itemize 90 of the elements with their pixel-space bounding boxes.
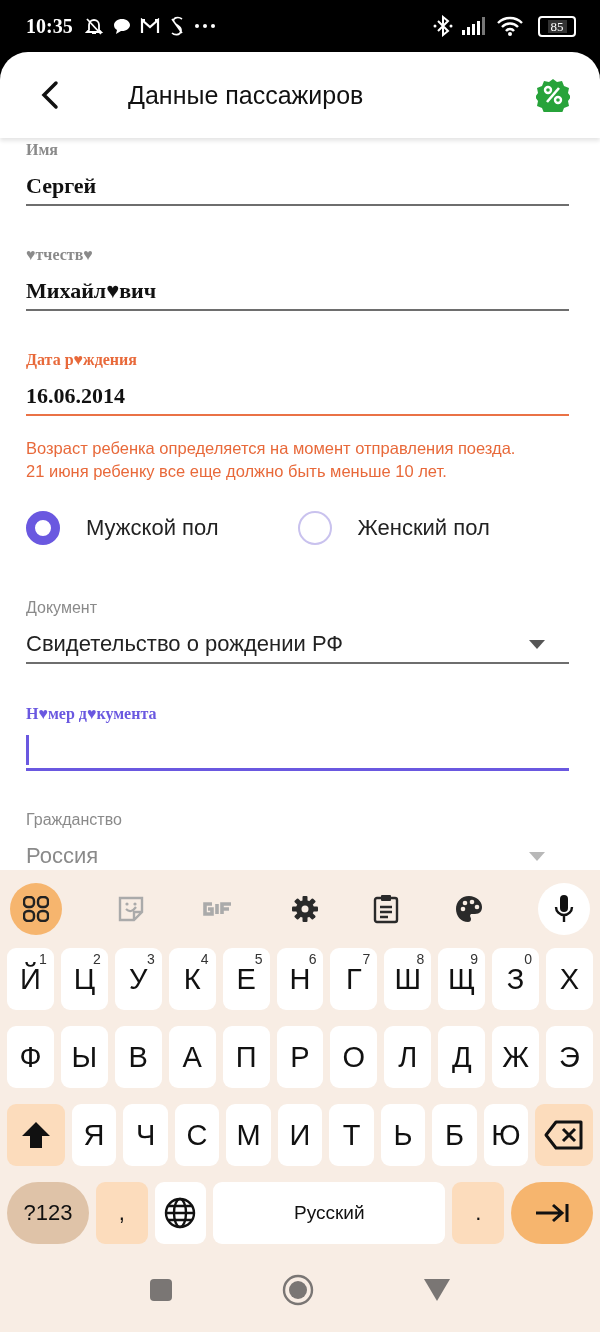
keyboard-key[interactable]: П <box>222 1026 270 1088</box>
backspace-key[interactable] <box>535 1104 593 1166</box>
keyboard-key[interactable]: Е 5 <box>222 948 270 1010</box>
mail-icon <box>139 18 160 34</box>
field-label: Документ <box>26 598 97 618</box>
caret-icon <box>529 639 545 649</box>
keyboard-key[interactable]: Д <box>438 1026 486 1088</box>
battery-indicator: 85 <box>538 15 576 37</box>
keyboard-key[interactable]: В <box>114 1026 162 1088</box>
keyboard-key[interactable]: Ф <box>7 1026 54 1088</box>
keyboard-key[interactable]: У 3 <box>114 948 162 1010</box>
settings-icon[interactable] <box>291 895 319 923</box>
keyboard-key[interactable]: Р <box>276 1026 324 1088</box>
key-hint: 8 <box>416 951 425 967</box>
field-label: Дата р♥ждения <box>26 350 137 370</box>
input-field[interactable]: 16.06.2014 <box>26 378 569 416</box>
shift-key[interactable] <box>7 1104 65 1166</box>
keyboard-key[interactable]: Ы <box>60 1026 108 1088</box>
discount-icon[interactable] <box>536 78 570 112</box>
back-nav-icon[interactable] <box>424 1279 450 1301</box>
clipboard-icon[interactable] <box>373 894 400 924</box>
bluetooth-icon <box>433 15 453 37</box>
key-hint: 3 <box>146 951 155 967</box>
keyboard-key[interactable]: С <box>174 1104 220 1166</box>
back-icon[interactable] <box>40 80 60 110</box>
keyboard-key[interactable]: . <box>452 1182 504 1244</box>
error-message: Возраст ребенка определяется на момент отправления поезда. 21 июня ребенку все еще должно быть меньше 10 лет. <box>26 438 517 482</box>
bell-off-icon <box>83 16 104 36</box>
key-hint: 7 <box>362 951 371 967</box>
input-field[interactable]: Михайл♥вич <box>26 273 569 311</box>
key-hint: 9 <box>470 951 479 967</box>
screen-title: Данные пассажиров <box>128 80 364 110</box>
caret-icon <box>529 851 545 861</box>
keyboard-key[interactable]: Ь <box>380 1104 426 1166</box>
space-key[interactable]: Русский <box>213 1182 446 1244</box>
key-hint: 2 <box>93 951 101 967</box>
key-hint: 4 <box>200 951 209 967</box>
keyboard-key[interactable]: Ж <box>492 1026 540 1088</box>
chat-icon <box>112 18 131 34</box>
backspace-icon <box>544 1120 585 1150</box>
keyboard-key[interactable]: Я <box>71 1104 117 1166</box>
radio-button[interactable] <box>297 511 332 545</box>
field-label: Имя <box>26 140 58 160</box>
key-hint: 1 <box>39 951 47 967</box>
keyboard-key[interactable]: Й 1 <box>7 948 54 1010</box>
keyboard-key[interactable]: Ч <box>123 1104 168 1166</box>
palette-icon[interactable] <box>453 894 484 924</box>
keyboard-key[interactable]: Л <box>384 1026 432 1088</box>
keyboard-key[interactable]: З 0 <box>492 948 540 1010</box>
field-label: Н♥мер д♥кумента <box>26 704 157 724</box>
field-label: ♥тчеств♥ <box>26 245 93 265</box>
recents-icon[interactable] <box>150 1279 172 1301</box>
keyboard-key[interactable]: Н 6 <box>276 948 324 1010</box>
app-icon <box>168 16 185 36</box>
keyboard-key[interactable]: И <box>277 1104 323 1166</box>
text-cursor <box>26 735 29 765</box>
keyboard-key[interactable]: Т <box>329 1104 374 1166</box>
radio-button[interactable] <box>26 511 60 545</box>
keyboard-key[interactable]: Ц 2 <box>60 948 108 1010</box>
more-icon <box>193 23 216 29</box>
keyboard-key[interactable]: Ш 8 <box>384 948 432 1010</box>
apps-icon[interactable] <box>10 883 62 935</box>
keyboard-key[interactable]: А <box>168 1026 216 1088</box>
keyboard-key[interactable]: Э <box>546 1026 593 1088</box>
keyboard-key[interactable]: М <box>226 1104 271 1166</box>
shift-icon <box>20 1121 51 1149</box>
keyboard-key[interactable]: , <box>96 1182 148 1244</box>
keyboard-key[interactable]: ?123 <box>7 1182 89 1244</box>
key-hint: 5 <box>254 951 263 967</box>
wifi-icon <box>497 16 523 36</box>
status-time: 10:35 <box>26 14 73 38</box>
language-key[interactable] <box>154 1182 207 1244</box>
keyboard-key[interactable]: Б <box>432 1104 477 1166</box>
keyboard-key[interactable]: Щ 9 <box>438 948 486 1010</box>
radio-option[interactable]: Женский пол <box>297 511 569 545</box>
keyboard-key[interactable]: Х <box>546 948 593 1010</box>
key-hint: 0 <box>524 951 533 967</box>
input-field[interactable]: Сергей <box>26 168 569 206</box>
keyboard-key[interactable]: О <box>330 1026 378 1088</box>
tab-arrow-icon <box>534 1202 570 1224</box>
signal-icon <box>462 17 488 35</box>
keyboard-key[interactable]: Г 7 <box>330 948 378 1010</box>
field-label: Гражданство <box>26 810 122 830</box>
key-hint: 6 <box>308 951 317 967</box>
home-icon[interactable] <box>282 1274 314 1306</box>
globe-icon <box>164 1197 197 1229</box>
keyboard-key[interactable]: К 4 <box>168 948 216 1010</box>
dropdown-field[interactable]: Свидетельство о рождении РФ <box>26 626 569 664</box>
keyboard-key[interactable]: Ю <box>483 1104 529 1166</box>
radio-option[interactable]: Мужской пол <box>26 511 298 545</box>
